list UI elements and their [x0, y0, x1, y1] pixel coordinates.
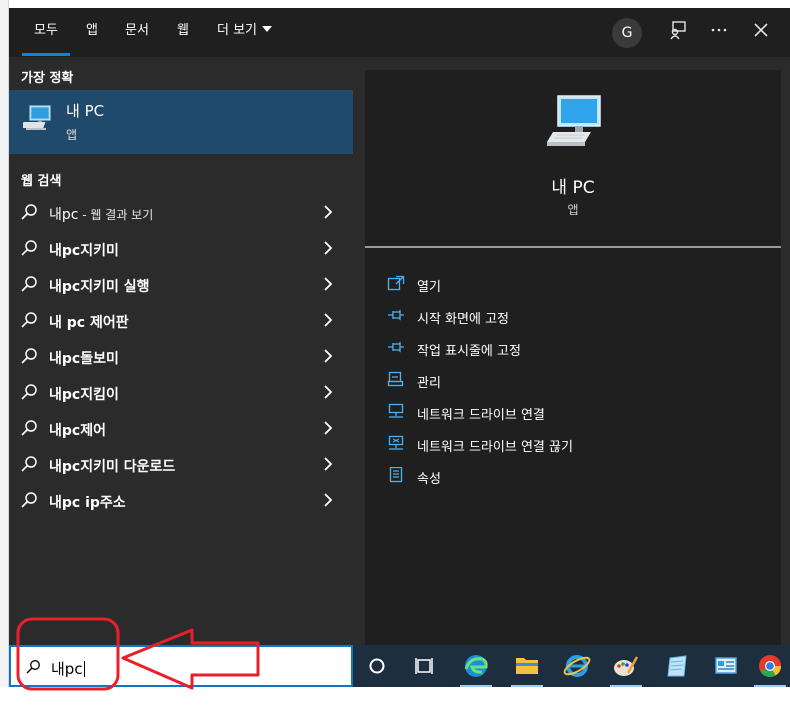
chevron-right-icon [322, 204, 334, 224]
action-label: 속성 [417, 472, 441, 487]
ellipsis-icon[interactable] [706, 20, 732, 46]
chevron-right-icon [322, 420, 334, 440]
action-label: 네트워크 드라이브 연결 끊기 [417, 440, 573, 455]
web-result-item[interactable]: 내pc지킴이 [9, 374, 353, 410]
action-label: 시작 화면에 고정 [417, 312, 509, 327]
pin-icon [387, 307, 405, 323]
chevron-right-icon [322, 312, 334, 332]
web-result-item[interactable]: 내pc지키미 실행 [9, 266, 353, 302]
notepad-icon[interactable] [657, 645, 697, 687]
network-drive-icon [387, 403, 405, 419]
web-result-item[interactable]: 내 pc 제어판 [9, 302, 353, 338]
web-result-query: 내 pc 제어판 [49, 315, 129, 331]
search-tabs-bar: 모두 앱 문서 웹 더 보기 G [9, 8, 790, 57]
chevron-right-icon [322, 492, 334, 512]
results-pane: 가장 정확 내 PC 앱 웹 검색 내pc - 웹 결과 보기 내pc지키미 내… [9, 57, 353, 645]
tab-apps[interactable]: 앱 [86, 8, 98, 57]
network-drive-disconnect-icon [387, 435, 405, 451]
taskbar: 내pc [9, 645, 790, 687]
open-icon [387, 275, 405, 291]
taskbar-search-box[interactable]: 내pc [9, 645, 353, 687]
web-result-item[interactable]: 내pc - 웹 결과 보기 [9, 194, 353, 230]
properties-icon [387, 466, 405, 483]
action-label: 네트워크 드라이브 연결 [417, 408, 545, 423]
best-match-title: 내 PC [66, 102, 105, 120]
web-result-item[interactable]: 내pc돌보미 [9, 338, 353, 374]
pin-icon [387, 339, 405, 355]
web-result-query: 내pc ip주소 [49, 495, 126, 511]
tab-web[interactable]: 웹 [177, 8, 189, 57]
search-icon [20, 491, 38, 513]
web-result-item[interactable]: 내pc지키미 [9, 230, 353, 266]
search-icon [20, 419, 38, 441]
preview-subtitle: 앱 [567, 203, 579, 217]
chevron-down-icon [262, 26, 273, 32]
screen: 모두 앱 문서 웹 더 보기 G 가장 정확 내 PC 앱 웹 검색 내pc -… [0, 0, 790, 705]
web-result-item[interactable]: 내pc ip주소 [9, 482, 353, 518]
search-icon [20, 347, 38, 369]
web-result-query: 내pc지키미 실행 [49, 279, 150, 295]
web-result-item[interactable]: 내pc지키미 다운로드 [9, 446, 353, 482]
web-result-query: 내pc지키미 다운로드 [49, 459, 176, 475]
search-icon [20, 311, 38, 333]
text-caret [83, 661, 85, 677]
edge-icon[interactable] [456, 645, 496, 687]
control-panel-icon[interactable] [706, 645, 746, 687]
manage-icon [387, 371, 405, 387]
web-result-item[interactable]: 내pc제어 [9, 410, 353, 446]
search-icon [25, 659, 41, 679]
web-result-query: 내pc제어 [49, 423, 106, 439]
web-result-suffix: - 웹 결과 보기 [78, 208, 154, 222]
web-result-query: 내pc돌보미 [49, 351, 119, 367]
search-icon [20, 455, 38, 477]
tab-more[interactable]: 더 보기 [217, 8, 273, 57]
bottom-strip [0, 687, 790, 705]
file-explorer-icon[interactable] [507, 645, 547, 687]
chevron-right-icon [322, 240, 334, 260]
background-window-edge [0, 0, 9, 705]
chrome-icon[interactable] [750, 645, 790, 687]
tab-more-label: 더 보기 [217, 23, 258, 38]
chevron-right-icon [322, 276, 334, 296]
best-match-item[interactable]: 내 PC 앱 [9, 90, 353, 154]
search-icon [20, 239, 38, 261]
internet-explorer-icon[interactable] [557, 645, 597, 687]
paint-icon[interactable] [606, 645, 646, 687]
action-label: 열기 [417, 280, 441, 295]
tab-documents[interactable]: 문서 [125, 8, 149, 57]
divider [365, 246, 781, 248]
best-match-heading: 가장 정확 [21, 71, 74, 86]
preview-pane: 내 PC 앱 열기 시작 화면에 고정 작업 표시줄에 고정 관리 네트워크 드… [365, 70, 781, 645]
preview-title: 내 PC [551, 178, 595, 198]
web-result-query: 내pc지킴이 [49, 387, 119, 403]
action-label: 작업 표시줄에 고정 [417, 344, 521, 359]
cortana-icon[interactable] [357, 645, 397, 687]
task-view-icon[interactable] [405, 645, 445, 687]
best-match-subtitle: 앱 [66, 128, 78, 142]
web-search-heading: 웹 검색 [21, 174, 62, 189]
this-pc-icon [21, 104, 53, 138]
search-icon [20, 383, 38, 405]
web-result-query: 내pc [49, 207, 79, 223]
action-label: 관리 [417, 376, 441, 391]
this-pc-large-icon [545, 94, 605, 154]
web-result-query: 내pc지키미 [49, 243, 119, 259]
avatar[interactable]: G [612, 18, 642, 48]
close-icon[interactable] [748, 20, 774, 46]
search-icon [20, 275, 38, 297]
search-icon [20, 203, 38, 225]
chevron-right-icon [322, 456, 334, 476]
chevron-right-icon [322, 348, 334, 368]
search-input-value[interactable]: 내pc [51, 660, 83, 678]
tab-all[interactable]: 모두 [22, 8, 70, 57]
search-window: 모두 앱 문서 웹 더 보기 G 가장 정확 내 PC 앱 웹 검색 내pc -… [9, 8, 790, 645]
chevron-right-icon [322, 384, 334, 404]
feedback-icon[interactable] [665, 20, 691, 46]
